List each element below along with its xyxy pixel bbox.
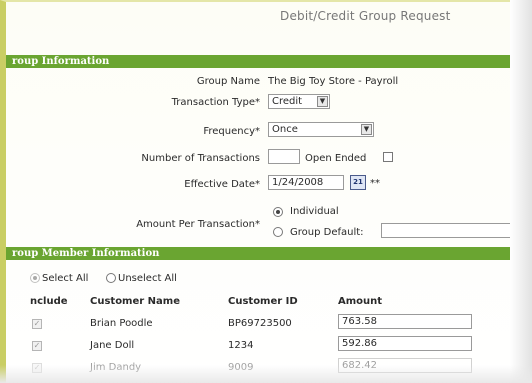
frequency-select[interactable]: Once ▼: [268, 122, 374, 137]
transaction-type-select[interactable]: Credit ▼: [268, 94, 330, 109]
frequency-value: Once: [272, 124, 298, 135]
include-column-header: nclude: [30, 296, 68, 307]
customer-name-cell: Jane Doll: [90, 340, 135, 351]
select-all-label: Select All: [42, 273, 89, 284]
customer-id-cell: 1234: [228, 340, 254, 351]
effective-date-input[interactable]: 1/24/2008: [268, 175, 344, 190]
group-default-radio[interactable]: [273, 227, 283, 237]
effective-date-label: Effective Date*: [184, 179, 260, 190]
group-default-input[interactable]: [381, 223, 514, 238]
group-information-header-right: [263, 55, 514, 68]
transaction-type-label: Transaction Type*: [171, 97, 260, 108]
group-information-title: roup Information: [12, 56, 110, 67]
group-name-value: The Big Toy Store - Payroll: [268, 76, 399, 87]
include-checkbox[interactable]: ✓: [32, 341, 42, 351]
effective-date-value: 1/24/2008: [272, 177, 324, 188]
individual-label: Individual: [290, 206, 339, 217]
chevron-down-icon: ▼: [361, 124, 372, 135]
group-member-information-title: roup Member Information: [12, 248, 160, 259]
amount-per-transaction-label: Amount Per Transaction*: [136, 219, 260, 230]
individual-radio[interactable]: [273, 207, 283, 217]
customer-name-column-header: Customer Name: [90, 296, 180, 307]
unselect-all-label: Unselect All: [118, 273, 177, 284]
amount-value: 592.86: [342, 338, 377, 349]
calendar-day: 21: [353, 178, 363, 186]
amount-column-header: Amount: [338, 296, 383, 307]
customer-id-cell: BP69723500: [228, 318, 292, 329]
group-name-label: Group Name: [196, 76, 260, 87]
num-transactions-label: Number of Transactions: [141, 153, 260, 164]
page-title: Debit/Credit Group Request: [280, 9, 451, 23]
unselect-all-radio[interactable]: [106, 273, 116, 283]
date-marker: **: [370, 178, 380, 189]
calendar-icon[interactable]: 21: [350, 175, 366, 190]
customer-name-cell: Brian Poodle: [90, 318, 153, 329]
frequency-label: Frequency*: [203, 126, 260, 137]
include-checkbox[interactable]: ✓: [32, 319, 42, 329]
transaction-type-value: Credit: [272, 96, 303, 107]
open-ended-checkbox[interactable]: [383, 152, 393, 162]
window-shadow-right: [510, 0, 532, 383]
customer-id-column-header: Customer ID: [228, 296, 298, 307]
amount-value: 763.58: [342, 316, 377, 327]
chevron-down-icon: ▼: [317, 96, 328, 107]
group-default-label: Group Default:: [290, 227, 364, 238]
select-all-radio[interactable]: [30, 273, 40, 283]
amount-input[interactable]: 763.58: [338, 314, 472, 329]
group-member-information-header: roup Member Information: [6, 247, 520, 260]
group-information-header: roup Information: [6, 55, 266, 68]
window-shadow-bottom: [0, 365, 532, 383]
num-transactions-input[interactable]: [268, 149, 300, 164]
open-ended-label: Open Ended: [305, 153, 367, 164]
amount-input[interactable]: 592.86: [338, 336, 472, 351]
